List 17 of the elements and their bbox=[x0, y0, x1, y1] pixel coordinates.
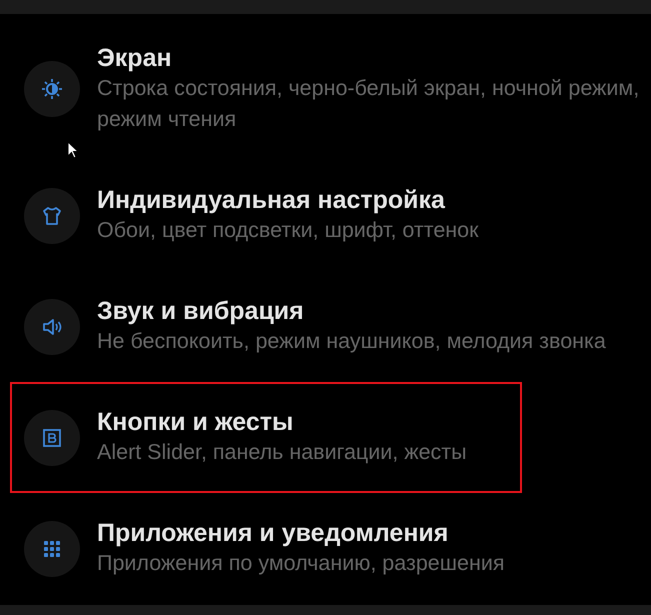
item-description: Обои, цвет подсветки, шрифт, оттенок bbox=[97, 217, 479, 244]
item-description: Приложения по умолчанию, разрешения bbox=[97, 550, 504, 577]
settings-item[interactable]: Индивидуальная настройка Обои, цвет подсветки, шрифт, оттенок bbox=[10, 160, 647, 271]
item-title: Экран bbox=[97, 43, 173, 73]
item-title: Звук и вибрация bbox=[97, 296, 305, 326]
settings-item[interactable]: Экран Строка состояния, черно-белый экран, ночной режим, режим чтения bbox=[10, 18, 647, 160]
item-title: Кнопки и жесты bbox=[97, 407, 294, 437]
settings-item[interactable]: Кнопки и жесты Alert Slider, панель навигации, жесты bbox=[10, 382, 522, 493]
item-title: Индивидуальная настройка bbox=[97, 185, 446, 215]
settings-item[interactable]: Приложения и уведомления Приложения по умолчанию, разрешения bbox=[10, 493, 647, 604]
mouse-cursor-icon bbox=[67, 141, 79, 159]
sun-icon bbox=[40, 77, 64, 101]
item-description: Не беспокоить, режим наушников, мелодия звонка bbox=[97, 328, 606, 355]
item-title: Приложения и уведомления bbox=[97, 518, 450, 548]
item-description: Alert Slider, панель навигации, жесты bbox=[97, 439, 467, 466]
item-description: Строка состояния, черно-белый экран, ночной режим, режим чтения bbox=[97, 75, 640, 133]
settings-item[interactable]: Звук и вибрация Не беспокоить, режим наушников, мелодия звонка bbox=[10, 271, 647, 382]
